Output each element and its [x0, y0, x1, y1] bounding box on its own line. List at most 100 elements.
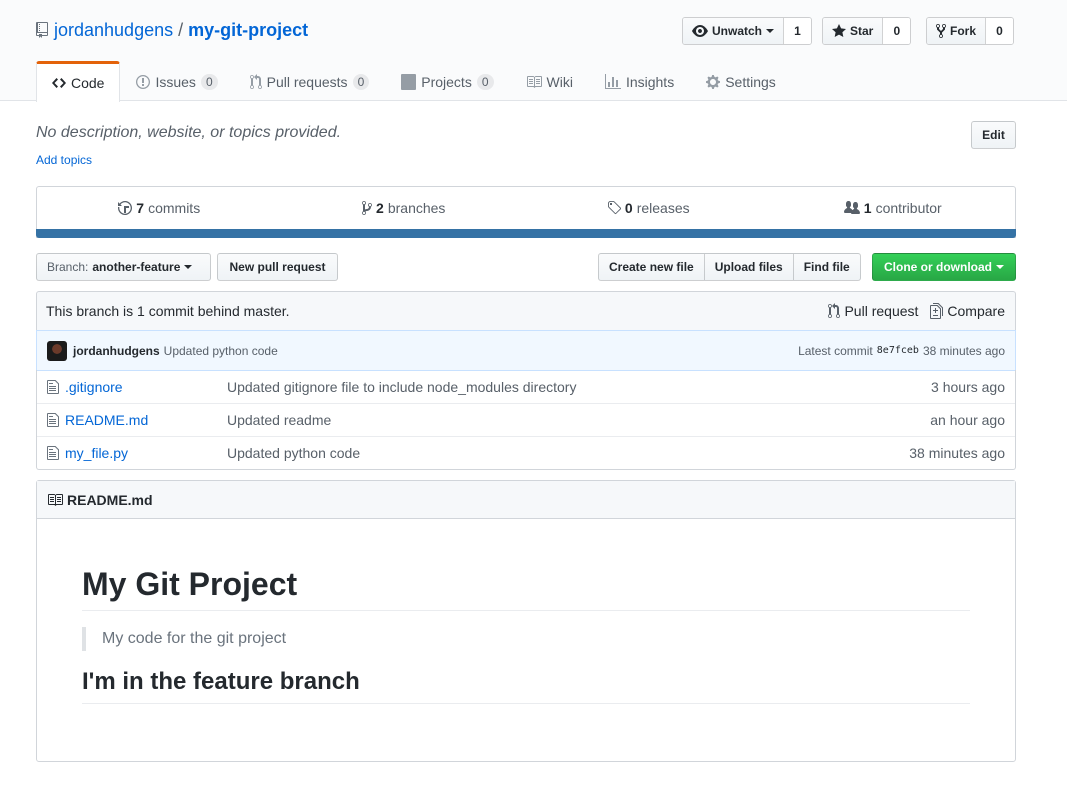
repo-path-separator: /	[178, 19, 184, 40]
repo-owner-link[interactable]: jordanhudgens	[54, 20, 173, 41]
chevron-down-icon	[996, 265, 1004, 269]
tab-settings-label: Settings	[725, 73, 776, 90]
pull-request-icon	[249, 73, 262, 89]
branch-select-button[interactable]: Branch: another-feature	[36, 253, 211, 281]
star-group: Star 0	[822, 17, 912, 45]
find-file-button[interactable]: Find file	[792, 253, 861, 281]
pull-request-label: Pull request	[844, 303, 919, 319]
code-icon	[52, 78, 66, 88]
repo-nav: Code Issues 0 Pull requests 0 Projects 0…	[36, 61, 792, 102]
unwatch-label: Unwatch	[712, 24, 763, 38]
branches-link[interactable]: 2 branches	[282, 187, 527, 229]
commit-author-link[interactable]: jordanhudgens	[73, 344, 160, 358]
clone-or-download-button[interactable]: Clone or download	[872, 253, 1016, 281]
file-icon	[47, 379, 65, 395]
gear-icon	[706, 74, 721, 89]
star-label: Star	[850, 24, 874, 38]
files-table: .gitignore Updated gitignore file to inc…	[36, 370, 1016, 470]
clone-label: Clone or download	[884, 260, 992, 274]
branch-icon	[362, 201, 373, 215]
pulls-counter: 0	[352, 73, 370, 90]
releases-link[interactable]: 0 releases	[526, 187, 771, 229]
create-new-file-button[interactable]: Create new file	[598, 253, 705, 281]
commits-count: 7	[136, 200, 145, 216]
graph-icon	[604, 73, 621, 89]
branches-label: branches	[387, 200, 446, 216]
repo-title: jordanhudgens / my-git-project	[36, 18, 308, 42]
releases-count: 0	[624, 200, 633, 216]
table-row: .gitignore Updated gitignore file to inc…	[37, 370, 1015, 403]
latest-commit-bar: jordanhudgens Updated python code Latest…	[36, 330, 1016, 371]
numbers-summary: 7 commits 2 branches 0 releases 1 contri…	[36, 186, 1016, 238]
file-icon	[47, 445, 65, 461]
readme-heading-1: My Git Project	[82, 564, 970, 611]
repo-icon	[36, 22, 48, 38]
contributors-link[interactable]: 1 contributor	[771, 187, 1016, 229]
star-icon	[832, 24, 846, 37]
contributors-label: contributor	[875, 200, 942, 216]
star-button[interactable]: Star	[823, 18, 883, 44]
readme-heading-2: I'm in the feature branch	[82, 667, 970, 704]
add-topics-link[interactable]: Add topics	[36, 153, 92, 167]
history-icon	[118, 201, 133, 215]
watch-count[interactable]: 1	[783, 18, 812, 44]
fork-icon	[936, 23, 946, 39]
tab-insights-label: Insights	[625, 73, 675, 90]
readme-blockquote: My code for the git project	[82, 627, 970, 651]
tab-issues[interactable]: Issues 0	[120, 61, 233, 101]
commits-label: commits	[148, 200, 201, 216]
avatar[interactable]	[47, 340, 67, 361]
tab-insights[interactable]: Insights	[589, 61, 690, 101]
edit-button[interactable]: Edit	[971, 121, 1016, 149]
file-actions-group: Create new file Upload files Find file	[598, 253, 861, 281]
upload-files-button[interactable]: Upload files	[703, 253, 794, 281]
file-name-link[interactable]: my_file.py	[65, 445, 227, 461]
tab-pull-requests-label: Pull requests	[266, 73, 348, 90]
fork-count[interactable]: 0	[985, 18, 1014, 44]
fork-button[interactable]: Fork	[927, 18, 986, 44]
file-icon	[47, 412, 65, 428]
tab-projects-label: Projects	[421, 73, 472, 90]
book-icon	[48, 493, 63, 506]
tab-wiki[interactable]: Wiki	[510, 61, 589, 101]
releases-label: releases	[636, 200, 690, 216]
file-commit-message-link[interactable]: Updated gitignore file to include node_m…	[227, 379, 931, 395]
unwatch-button[interactable]: Unwatch	[683, 18, 784, 44]
star-count[interactable]: 0	[882, 18, 911, 44]
commit-message-link[interactable]: Updated python code	[164, 344, 798, 358]
tab-projects[interactable]: Projects 0	[385, 61, 509, 101]
pull-request-link[interactable]: Pull request	[828, 303, 918, 319]
commit-sha-link[interactable]: 8e7fceb	[877, 345, 919, 356]
chevron-down-icon	[184, 265, 193, 269]
readme-content: My Git Project My code for the git proje…	[37, 519, 1015, 704]
fork-label: Fork	[950, 24, 977, 38]
file-name-link[interactable]: README.md	[65, 412, 227, 428]
file-age: 38 minutes ago	[909, 445, 1005, 461]
fork-group: Fork 0	[926, 17, 1015, 45]
file-name-link[interactable]: .gitignore	[65, 379, 227, 395]
file-age: 3 hours ago	[931, 378, 1005, 395]
projects-counter: 0	[476, 73, 494, 90]
diff-icon	[930, 303, 944, 319]
watch-group: Unwatch 1	[682, 17, 813, 45]
tag-icon	[607, 201, 621, 215]
branches-count: 2	[376, 200, 384, 216]
commits-link[interactable]: 7 commits	[37, 187, 282, 229]
repo-header: jordanhudgens / my-git-project Unwatch 1…	[0, 0, 1067, 102]
tab-issues-label: Issues	[155, 73, 196, 90]
tab-code[interactable]: Code	[36, 61, 121, 102]
repo-name-link[interactable]: my-git-project	[188, 20, 308, 41]
commit-age: 38 minutes ago	[922, 343, 1005, 358]
file-commit-message-link[interactable]: Updated python code	[227, 445, 909, 461]
file-commit-message-link[interactable]: Updated readme	[227, 412, 930, 428]
pull-request-icon	[828, 303, 841, 318]
tab-settings[interactable]: Settings	[690, 61, 792, 101]
new-pull-request-button[interactable]: New pull request	[217, 253, 338, 281]
branch-name: another-feature	[92, 260, 181, 274]
compare-link[interactable]: Compare	[930, 303, 1005, 319]
tab-pull-requests[interactable]: Pull requests 0	[234, 61, 386, 101]
project-icon	[401, 73, 417, 90]
tab-wiki-label: Wiki	[546, 73, 573, 90]
language-bar[interactable]	[36, 229, 1016, 238]
people-icon	[843, 201, 860, 214]
